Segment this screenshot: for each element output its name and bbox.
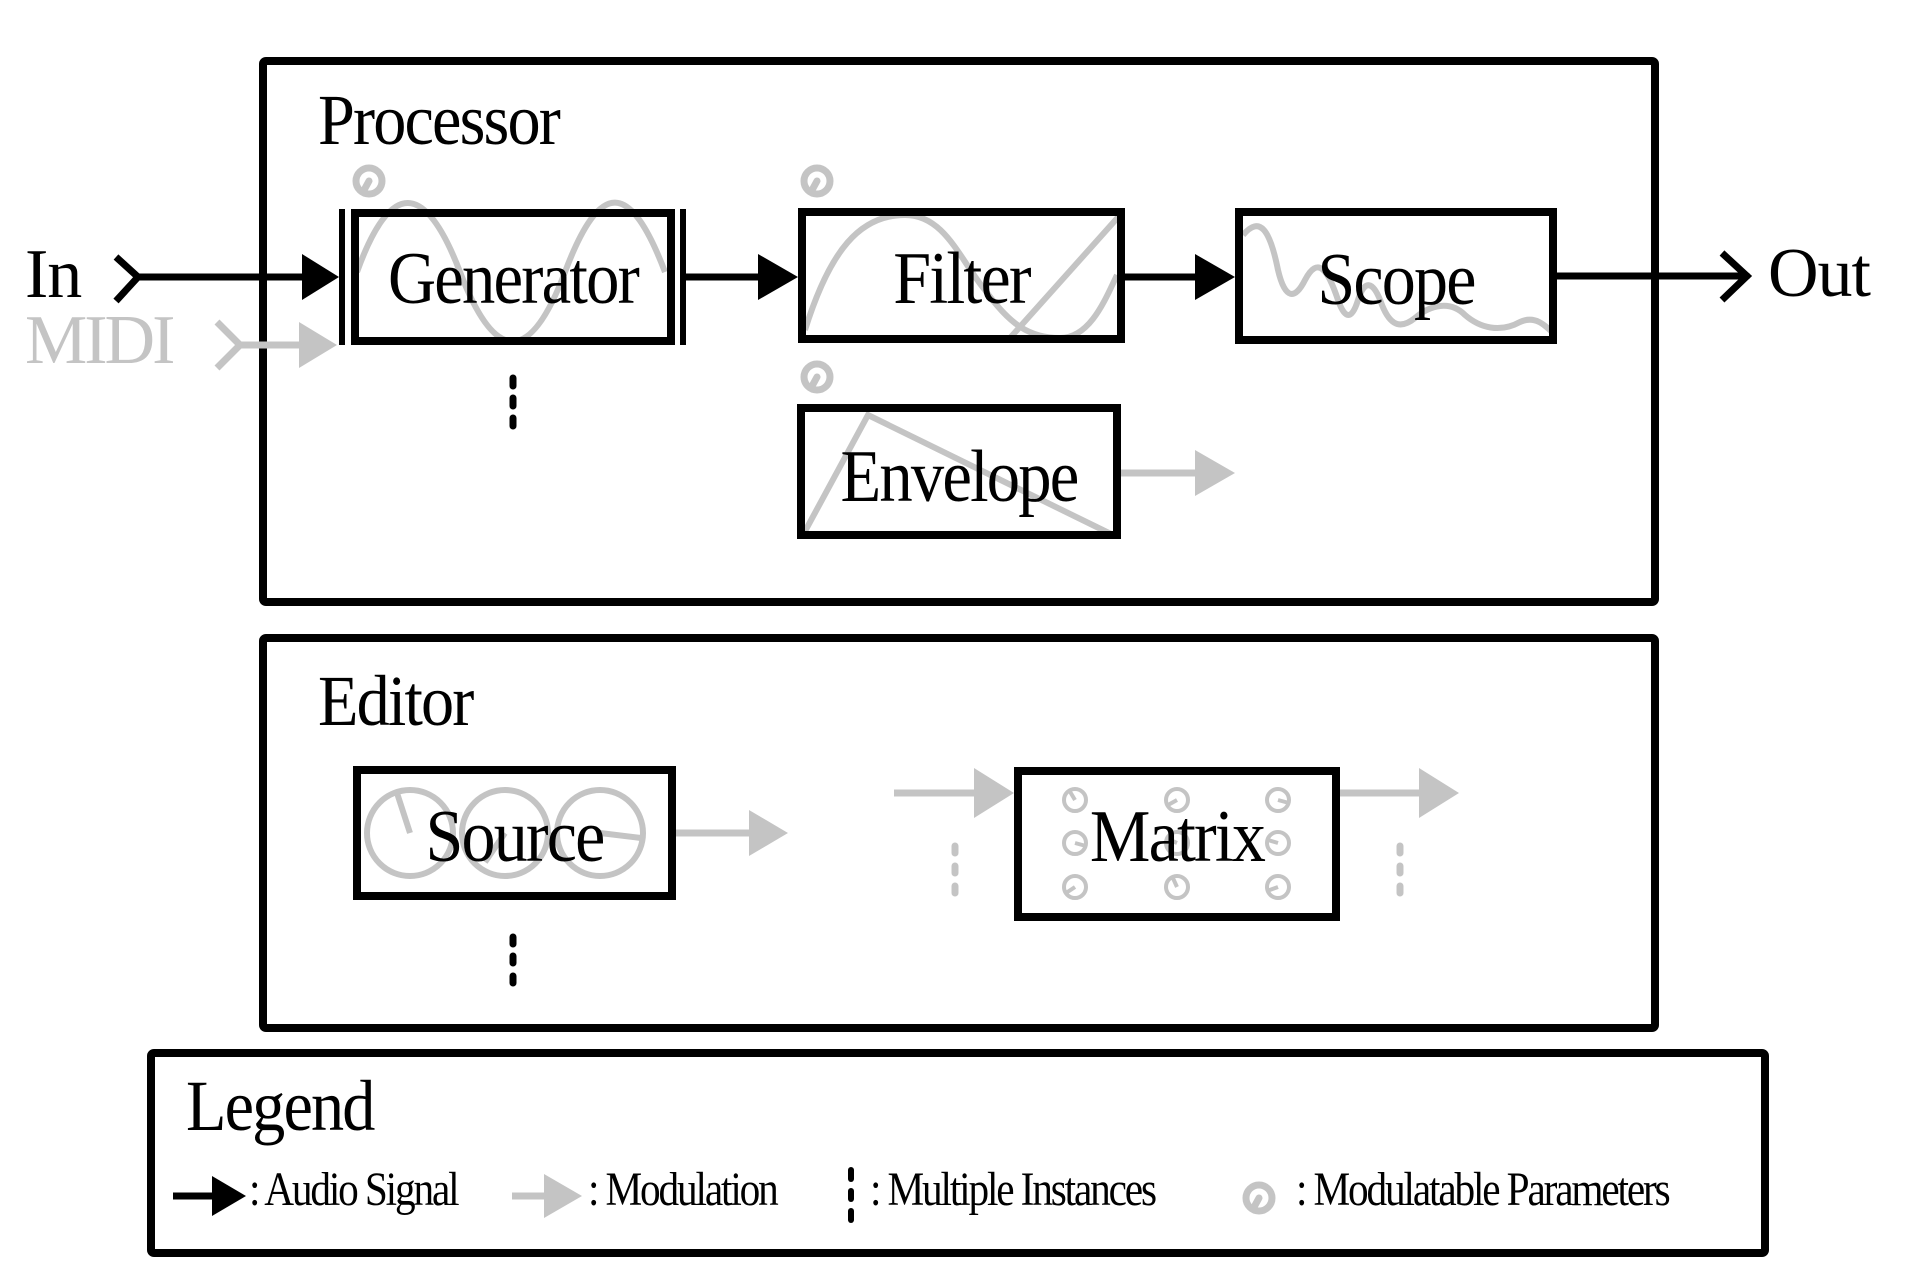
source-label[interactable]: Source [370, 800, 660, 874]
output-label: Out [1768, 235, 1871, 312]
black-arrow-icon [173, 1176, 246, 1216]
scope-label[interactable]: Scope [1252, 243, 1541, 317]
generator-to-filter-arrow [686, 254, 798, 300]
generator-knob-icon[interactable] [356, 168, 382, 194]
filter-to-scope-arrow [1125, 254, 1235, 300]
matrix-modulation-in-arrow [894, 768, 1014, 818]
legend-modulatable-parameters-label: : Modulatable Parameters [1296, 1163, 1671, 1216]
gray-arrow-icon [512, 1174, 582, 1218]
filter-label[interactable]: Filter [815, 242, 1108, 316]
midi-label: MIDI [25, 302, 175, 379]
source-modulation-arrow [676, 810, 788, 856]
knob-icon [1246, 1185, 1272, 1211]
legend-modulation-label: : Modulation [588, 1163, 779, 1216]
input-audio-arrow [113, 254, 339, 304]
processor-title: Processor [318, 80, 561, 160]
envelope-modulation-arrow [1121, 450, 1235, 496]
architecture-diagram: In MIDI Out Processor Generator Filter S… [0, 0, 1920, 1280]
midi-modulation-arrow [214, 319, 337, 371]
legend-audio-signal-label: : Audio Signal [249, 1163, 460, 1216]
envelope-knob-icon[interactable] [804, 364, 830, 390]
legend-title: Legend [186, 1066, 375, 1146]
generator-label[interactable]: Generator [371, 242, 655, 316]
matrix-label[interactable]: Matrix [1031, 800, 1324, 874]
filter-knob-icon[interactable] [804, 168, 830, 194]
legend-multiple-instances-label: : Multiple Instances [870, 1163, 1157, 1216]
matrix-modulation-out-arrow [1340, 768, 1459, 818]
legend-panel [147, 1049, 1769, 1257]
editor-title: Editor [318, 661, 474, 741]
input-label: In [25, 236, 82, 313]
envelope-label[interactable]: Envelope [817, 440, 1101, 514]
